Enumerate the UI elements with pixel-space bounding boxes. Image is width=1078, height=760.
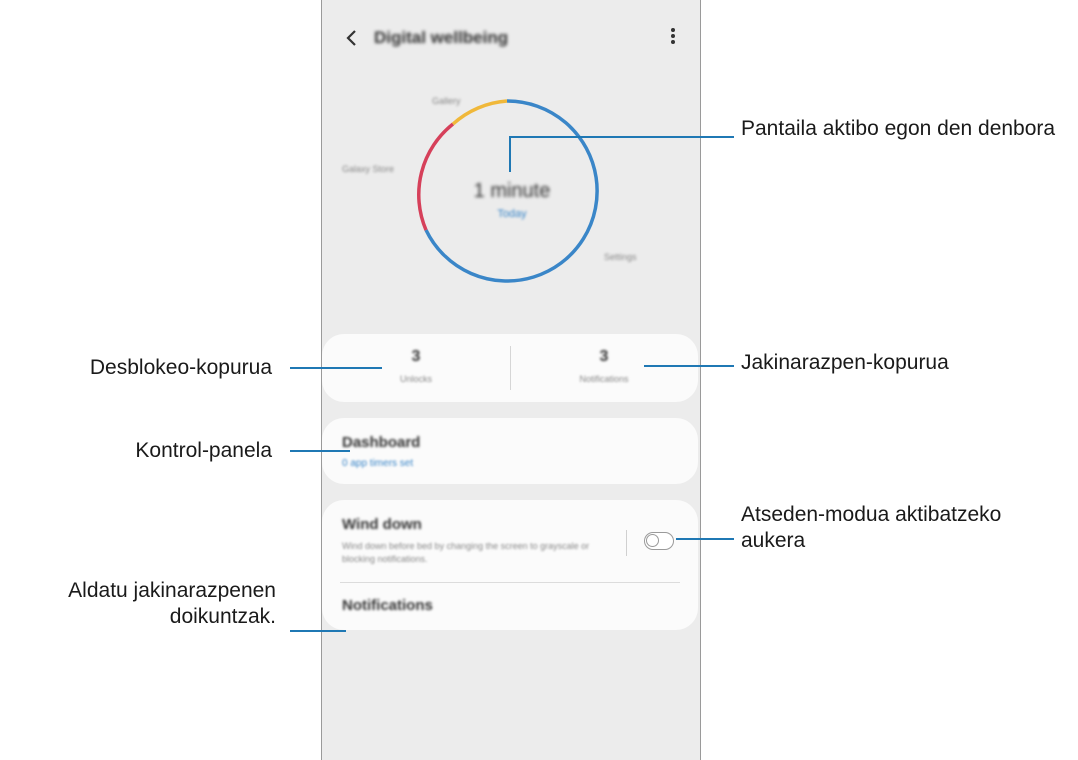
ring-label-right: Settings (604, 252, 637, 262)
annotation-unlocks: Desblokeo-kopurua (89, 356, 272, 379)
annotation-notification-settings: Aldatu jakinarazpenen doikuntzak. (68, 579, 276, 628)
unlocks-label: Unlocks (399, 374, 432, 384)
notifications-value: 3 (599, 348, 609, 365)
phone-screen: Digital wellbeing Gallery Galaxy Store S… (321, 0, 701, 760)
notifications-label: Notifications (579, 374, 629, 384)
screen-time-period[interactable]: Today (402, 208, 622, 220)
toggle-divider (626, 530, 627, 556)
wind-down-card: Wind down Wind down before bed by changi… (322, 500, 698, 630)
wind-down-title[interactable]: Wind down (342, 516, 422, 533)
leader-notifications-count (644, 365, 734, 367)
ring-label-top: Gallery (432, 96, 461, 106)
ring-arc-yellow (451, 99, 508, 126)
dashboard-card[interactable]: Dashboard 0 app timers set (322, 418, 698, 484)
wind-down-toggle[interactable] (644, 532, 674, 550)
leader-unlocks (290, 367, 382, 369)
unlocks-value: 3 (411, 348, 421, 365)
dashboard-subtitle: 0 app timers set (342, 458, 414, 469)
leader-notification-settings (290, 630, 346, 632)
screen-time-value: 1 minute (473, 180, 551, 202)
toggle-knob (646, 534, 659, 547)
card-divider (340, 582, 680, 583)
annotation-dashboard: Kontrol-panela (135, 439, 272, 462)
leader-dashboard (290, 450, 350, 452)
annotation-screen-time: Pantaila aktibo egon den denbora (741, 117, 1056, 140)
annotation-wind-down: Atseden-modua aktibatzeko aukera (741, 503, 1002, 552)
ring-label-left: Galaxy Store (342, 164, 395, 174)
leader-screen-time-vertical (509, 136, 511, 172)
usage-ring-chart (417, 99, 599, 283)
notifications-stat[interactable]: 3 Notifications (510, 334, 698, 402)
dashboard-title: Dashboard (342, 434, 421, 451)
notifications-item[interactable]: Notifications (342, 597, 433, 614)
leader-wind-down (676, 538, 734, 540)
annotation-notifications-count: Jakinarazpen-kopurua (741, 351, 949, 374)
leader-screen-time (509, 136, 734, 138)
wind-down-description: Wind down before bed by changing the scr… (342, 541, 590, 564)
